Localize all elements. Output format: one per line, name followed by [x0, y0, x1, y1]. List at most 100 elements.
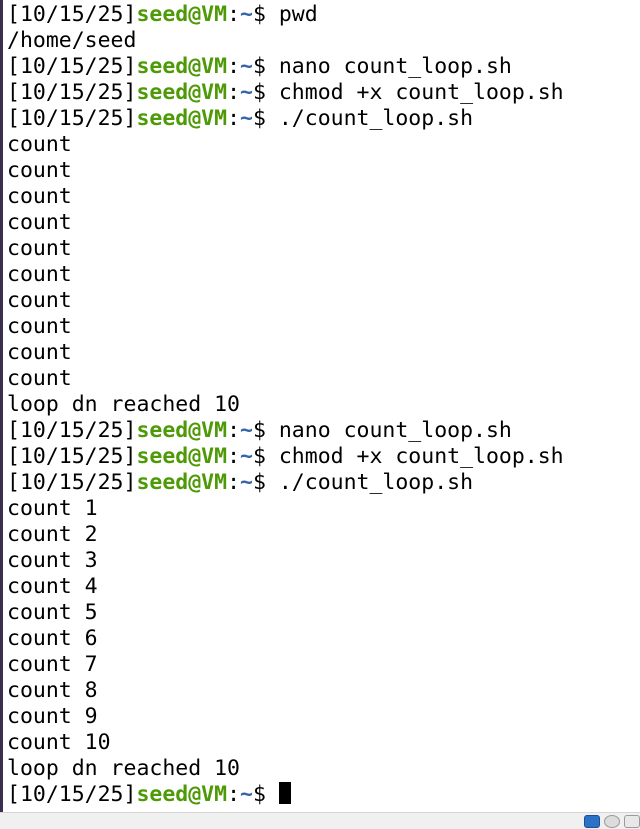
output-line: count 5: [7, 600, 637, 626]
output-line: count 6: [7, 626, 637, 652]
output-text: count: [7, 366, 72, 391]
prompt-path: ~: [240, 470, 253, 495]
output-text: count 8: [7, 678, 98, 703]
output-line: loop dn reached 10: [7, 392, 637, 418]
output-text: /home/seed: [7, 28, 137, 53]
output-text: count: [7, 262, 72, 287]
prompt-user-host: seed@VM: [136, 782, 228, 807]
output-text: count 6: [7, 626, 98, 651]
prompt-line: [10/15/25]seed@VM:~$ nano count_loop.sh: [7, 54, 637, 80]
output-text: loop dn reached 10: [7, 756, 240, 781]
prompt-path: ~: [240, 418, 253, 443]
output-line: count: [7, 314, 637, 340]
output-line: count 7: [7, 652, 637, 678]
prompt-symbol: $: [252, 418, 279, 443]
output-text: count 3: [7, 548, 98, 573]
prompt-path: ~: [240, 2, 253, 27]
output-text: count: [7, 288, 72, 313]
prompt-user-host: seed@VM: [136, 444, 228, 469]
prompt-path: ~: [240, 444, 253, 469]
prompt-path: ~: [240, 80, 253, 105]
output-text: count: [7, 340, 72, 365]
vm-optical-drive-icon[interactable]: [604, 815, 620, 828]
vm-network-icon[interactable]: [584, 815, 600, 828]
output-line: count 1: [7, 496, 637, 522]
prompt-user-host: seed@VM: [136, 54, 228, 79]
prompt-user-host: seed@VM: [136, 418, 228, 443]
prompt-line: [10/15/25]seed@VM:~$ chmod +x count_loop…: [7, 80, 637, 106]
prompt-colon: :: [227, 54, 241, 79]
output-line: count: [7, 158, 637, 184]
prompt-colon: :: [227, 444, 241, 469]
prompt-colon: :: [227, 418, 241, 443]
prompt-timestamp: [10/15/25]: [7, 106, 137, 131]
command-text: nano count_loop.sh: [278, 54, 512, 79]
prompt-timestamp: [10/15/25]: [7, 80, 137, 105]
terminal-output[interactable]: [10/15/25]seed@VM:~$ pwd/home/seed [10/15…: [7, 2, 637, 808]
output-line: count: [7, 236, 637, 262]
output-line: count 2: [7, 522, 637, 548]
prompt-user-host: seed@VM: [136, 2, 228, 27]
prompt-symbol: $: [252, 444, 279, 469]
output-line: count: [7, 366, 637, 392]
prompt-path: ~: [240, 54, 253, 79]
prompt-line: [10/15/25]seed@VM:~$ pwd: [7, 2, 637, 28]
prompt-symbol: $: [252, 54, 279, 79]
output-line: loop dn reached 10: [7, 756, 637, 782]
prompt-symbol: $: [252, 80, 279, 105]
output-text: count 7: [7, 652, 98, 677]
prompt-timestamp: [10/15/25]: [7, 54, 137, 79]
prompt-timestamp: [10/15/25]: [7, 470, 137, 495]
output-line: count: [7, 340, 637, 366]
prompt-user-host: seed@VM: [136, 470, 228, 495]
output-text: count: [7, 314, 72, 339]
prompt-colon: :: [227, 470, 241, 495]
output-text: count 1: [7, 496, 98, 521]
command-text: pwd: [278, 2, 318, 27]
output-text: count: [7, 236, 72, 261]
prompt-timestamp: [10/15/25]: [7, 782, 137, 807]
output-line: count 9: [7, 704, 637, 730]
prompt-symbol: $: [252, 2, 279, 27]
prompt-path: ~: [240, 106, 253, 131]
prompt-user-host: seed@VM: [136, 106, 228, 131]
terminal-cursor[interactable]: [278, 782, 291, 804]
output-line: count: [7, 184, 637, 210]
prompt-symbol: $: [252, 106, 279, 131]
prompt-symbol: $: [252, 782, 279, 807]
output-line: count: [7, 288, 637, 314]
command-text: ./count_loop.sh: [278, 470, 474, 495]
output-line: count 3: [7, 548, 637, 574]
prompt-colon: :: [227, 106, 241, 131]
vm-status-bar: [0, 812, 640, 829]
output-text: count 9: [7, 704, 98, 729]
command-text: chmod +x count_loop.sh: [278, 80, 564, 105]
prompt-line: [10/15/25]seed@VM:~$ ./count_loop.sh: [7, 106, 637, 132]
output-text: count: [7, 158, 72, 183]
output-line: /home/seed: [7, 28, 637, 54]
output-text: count 4: [7, 574, 98, 599]
output-text: count: [7, 210, 72, 235]
prompt-colon: :: [227, 782, 241, 807]
output-line: count 8: [7, 678, 637, 704]
status-tray: [584, 815, 640, 828]
prompt-timestamp: [10/15/25]: [7, 418, 137, 443]
prompt-line: [10/15/25]seed@VM:~$ chmod +x count_loop…: [7, 444, 637, 470]
output-text: count 2: [7, 522, 98, 547]
prompt-user-host: seed@VM: [136, 80, 228, 105]
output-text: count 10: [7, 730, 111, 755]
prompt-timestamp: [10/15/25]: [7, 444, 137, 469]
prompt-line: [10/15/25]seed@VM:~$ nano count_loop.sh: [7, 418, 637, 444]
output-text: count 5: [7, 600, 98, 625]
output-text: count: [7, 184, 72, 209]
vm-usb-icon[interactable]: [624, 815, 640, 828]
prompt-colon: :: [227, 2, 241, 27]
command-text: chmod +x count_loop.sh: [278, 444, 564, 469]
output-line: count 10: [7, 730, 637, 756]
command-text: nano count_loop.sh: [278, 418, 512, 443]
output-line: count: [7, 132, 637, 158]
prompt-symbol: $: [252, 470, 279, 495]
window-left-edge: [0, 0, 3, 812]
prompt-line: [10/15/25]seed@VM:~$: [7, 782, 637, 808]
prompt-colon: :: [227, 80, 241, 105]
